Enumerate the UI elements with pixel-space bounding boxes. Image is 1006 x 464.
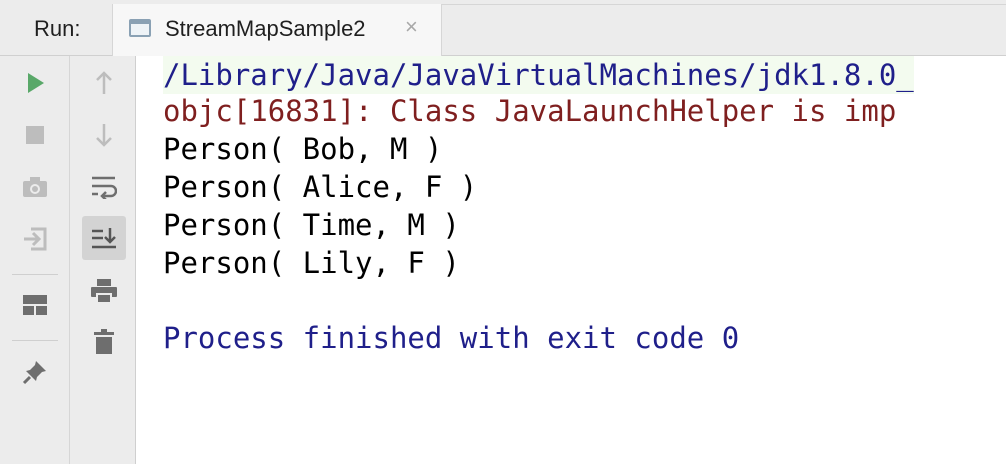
exit-button[interactable]: [13, 217, 57, 261]
pin-tab-button[interactable]: [13, 350, 57, 394]
stop-icon: [26, 126, 44, 144]
console-line-command: /Library/Java/JavaVirtualMachines/jdk1.8…: [163, 56, 914, 94]
toolbar-separator: [12, 274, 58, 275]
scroll-to-end-icon: [92, 228, 116, 249]
trash-icon: [94, 329, 114, 354]
rerun-button[interactable]: [13, 61, 57, 105]
clear-all-button[interactable]: [82, 320, 126, 364]
run-toolbar-left: [0, 56, 70, 464]
tab-label: StreamMapSample2: [165, 16, 366, 41]
down-button[interactable]: [82, 113, 126, 157]
run-tool-window-header: Run: StreamMapSample2 ×: [0, 0, 1006, 56]
print-icon: [91, 279, 117, 304]
camera-icon: [23, 177, 47, 197]
console-output[interactable]: /Library/Java/JavaVirtualMachines/jdk1.8…: [136, 56, 1006, 464]
console-line-stdout: Person( Time, M ): [163, 208, 460, 242]
tab-streammapsample2[interactable]: StreamMapSample2 ×: [112, 4, 442, 56]
stop-button[interactable]: [13, 113, 57, 157]
toolbar-separator: [12, 340, 58, 341]
exit-icon: [24, 227, 47, 251]
console-line-stdout: Person( Alice, F ): [163, 170, 478, 204]
pin-icon: [22, 361, 46, 385]
rerun-icon: [28, 73, 44, 93]
soft-wrap-button[interactable]: [82, 165, 126, 209]
run-label: Run:: [34, 16, 81, 41]
close-icon[interactable]: ×: [405, 14, 418, 40]
up-button[interactable]: [82, 61, 126, 105]
run-toolbar-right: [70, 56, 136, 464]
console-line-stderr: objc[16831]: Class JavaLaunchHelper is i…: [163, 94, 897, 128]
restore-layout-button[interactable]: [13, 283, 57, 327]
layout-icon: [23, 295, 47, 315]
scroll-to-end-button[interactable]: [82, 216, 126, 260]
up-arrow-icon: [96, 71, 112, 94]
divider: [442, 4, 1006, 5]
run-config-icon: [129, 19, 151, 37]
soft-wrap-icon: [92, 176, 117, 199]
dump-threads-button[interactable]: [13, 165, 57, 209]
console-line-stdout: Person( Lily, F ): [163, 246, 460, 280]
down-arrow-icon: [96, 124, 112, 147]
console-line-exit-status: Process finished with exit code 0: [163, 321, 740, 355]
console-line-stdout: Person( Bob, M ): [163, 132, 443, 166]
print-button[interactable]: [82, 269, 126, 313]
